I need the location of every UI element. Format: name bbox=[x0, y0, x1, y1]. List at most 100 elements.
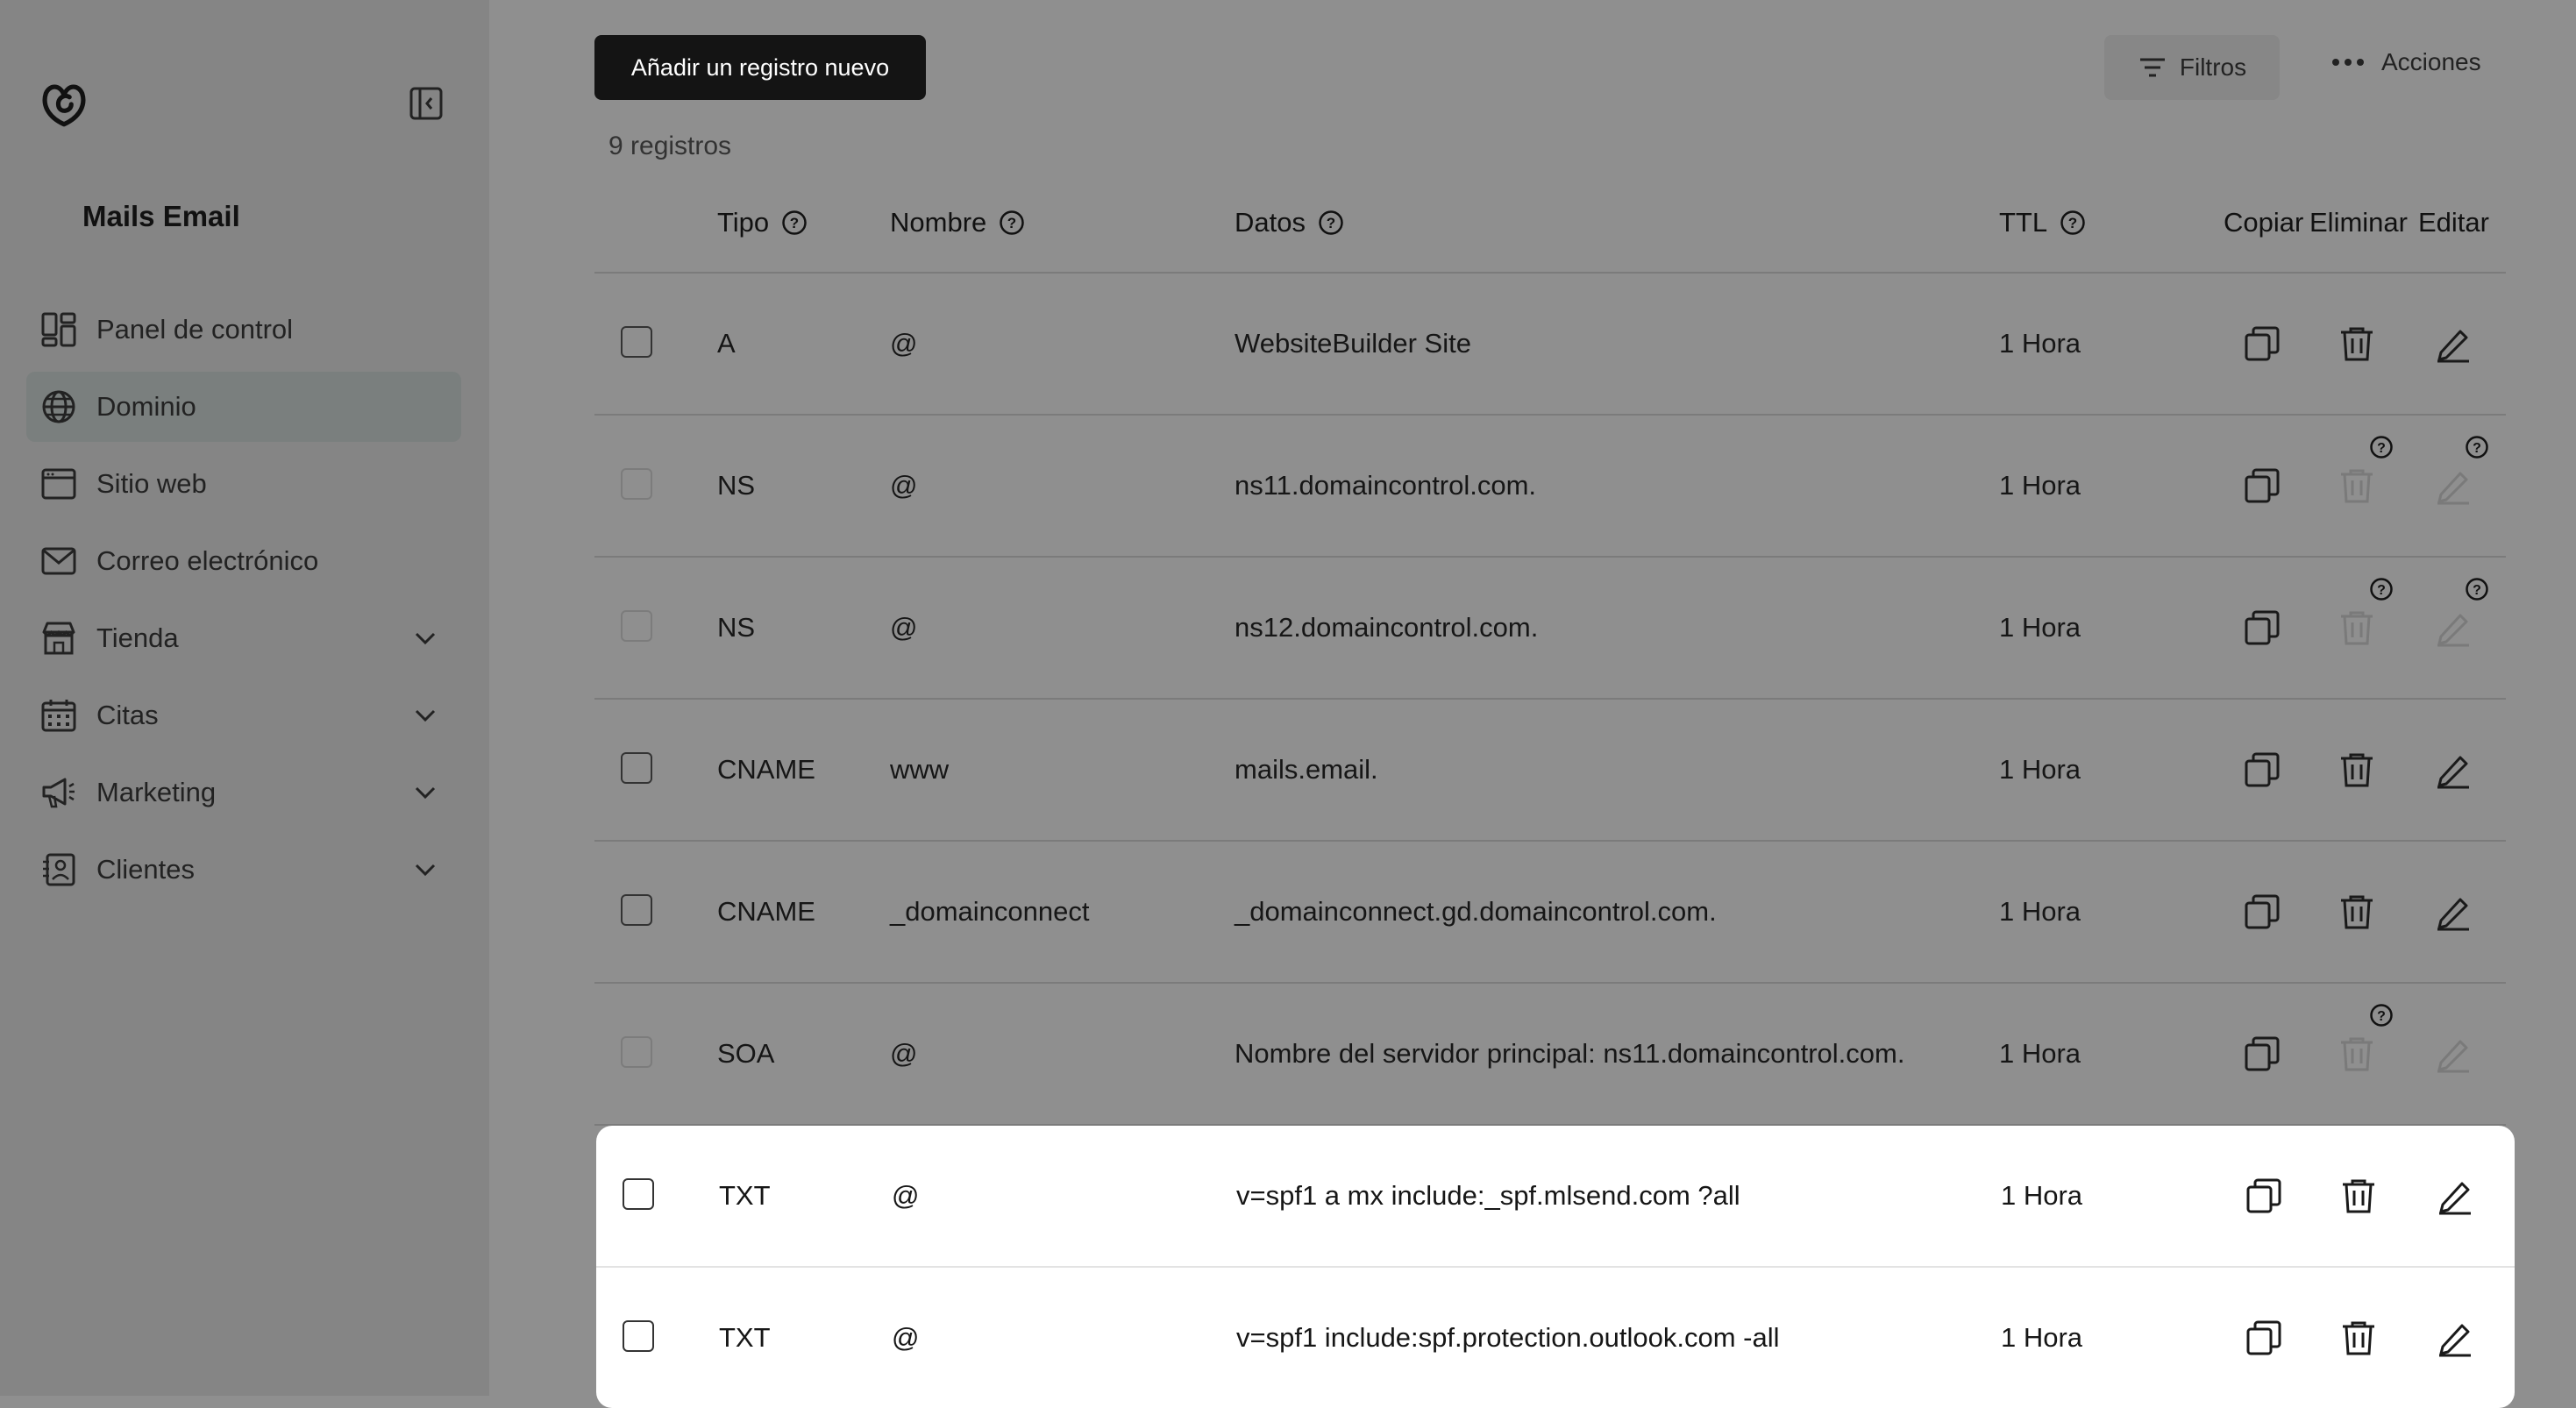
svg-text:?: ? bbox=[2377, 1009, 2386, 1024]
svg-text:?: ? bbox=[2473, 441, 2481, 456]
table-row: TXT @ v=spf1 a mx include:_spf.mlsend.co… bbox=[596, 1126, 2515, 1268]
row-checkbox[interactable] bbox=[621, 326, 652, 358]
sidebar-item-tienda[interactable]: Tienda bbox=[26, 603, 461, 673]
row-checkbox[interactable] bbox=[621, 752, 652, 784]
copy-icon[interactable] bbox=[2245, 1319, 2283, 1357]
header-nombre: Nombre ? bbox=[890, 207, 1025, 238]
row-checkbox bbox=[621, 468, 652, 500]
svg-text:?: ? bbox=[1007, 215, 1016, 231]
edit-icon[interactable] bbox=[2434, 750, 2473, 789]
calendar-icon bbox=[40, 697, 77, 734]
chevron-down-icon[interactable] bbox=[410, 855, 440, 885]
edit-icon[interactable] bbox=[2436, 1177, 2474, 1215]
dashboard-icon bbox=[40, 311, 77, 348]
copy-icon[interactable] bbox=[2243, 750, 2281, 789]
sidebar-item-dominio[interactable]: Dominio bbox=[26, 372, 461, 442]
header-editar: Editar bbox=[2418, 207, 2489, 238]
sidebar-item-panel-de-control[interactable]: Panel de control bbox=[26, 295, 461, 365]
svg-text:?: ? bbox=[1327, 215, 1335, 231]
help-icon[interactable]: ? bbox=[2465, 577, 2489, 601]
trash-icon[interactable] bbox=[2338, 750, 2376, 789]
dns-records-table: Tipo ? Nombre ? Datos ? TTL ? Copiar Eli… bbox=[594, 175, 2515, 1408]
svg-text:?: ? bbox=[2377, 441, 2386, 456]
sidebar-item-sitio-web[interactable]: Sitio web bbox=[26, 449, 461, 519]
sidebar-nav: Panel de control Dominio Sitio web Corre… bbox=[26, 295, 461, 912]
copy-icon[interactable] bbox=[2243, 892, 2281, 931]
record-type: NS bbox=[717, 612, 756, 643]
copy-icon[interactable] bbox=[2243, 608, 2281, 647]
header-tipo: Tipo ? bbox=[717, 207, 808, 238]
chevron-down-icon[interactable] bbox=[410, 778, 440, 807]
help-icon[interactable]: ? bbox=[1318, 210, 1344, 236]
row-checkbox[interactable] bbox=[623, 1178, 654, 1210]
record-ttl: 1 Hora bbox=[1999, 754, 2081, 785]
help-icon[interactable]: ? bbox=[2369, 1003, 2394, 1028]
record-type: CNAME bbox=[717, 754, 815, 785]
help-icon[interactable]: ? bbox=[2060, 210, 2086, 236]
copy-icon[interactable] bbox=[2245, 1177, 2283, 1215]
trash-icon[interactable] bbox=[2338, 892, 2376, 931]
svg-text:?: ? bbox=[2473, 583, 2481, 598]
record-ttl: 1 Hora bbox=[1999, 328, 2081, 359]
header-copiar: Copiar bbox=[2224, 207, 2303, 238]
table-row: CNAME _domainconnect _domainconnect.gd.d… bbox=[594, 842, 2506, 984]
edit-icon[interactable] bbox=[2436, 1319, 2474, 1357]
copy-icon[interactable] bbox=[2243, 466, 2281, 505]
edit-icon[interactable] bbox=[2434, 324, 2473, 363]
chevron-down-icon[interactable] bbox=[410, 700, 440, 730]
sidebar-item-label: Marketing bbox=[96, 777, 217, 807]
filters-button[interactable]: Filtros bbox=[2104, 35, 2280, 100]
record-name: @ bbox=[892, 1322, 920, 1353]
help-icon[interactable]: ? bbox=[781, 210, 808, 236]
godaddy-logo-icon[interactable] bbox=[37, 77, 91, 132]
sidebar-item-label: Correo electrónico bbox=[96, 545, 319, 576]
table-row: TXT @ v=spf1 include:spf.protection.outl… bbox=[596, 1268, 2515, 1408]
sidebar-item-label: Clientes bbox=[96, 854, 195, 885]
envelope-icon bbox=[40, 543, 77, 580]
chevron-down-icon[interactable] bbox=[410, 623, 440, 653]
copy-icon[interactable] bbox=[2243, 1035, 2281, 1073]
record-data: WebsiteBuilder Site bbox=[1235, 328, 1471, 359]
record-data: mails.email. bbox=[1235, 754, 1378, 785]
help-icon[interactable]: ? bbox=[2369, 435, 2394, 459]
svg-text:?: ? bbox=[2377, 583, 2386, 598]
record-type: SOA bbox=[717, 1038, 775, 1069]
record-data: v=spf1 include:spf.protection.outlook.co… bbox=[1236, 1322, 1780, 1353]
trash-icon[interactable] bbox=[2339, 1177, 2378, 1215]
record-data: Nombre del servidor principal: ns11.doma… bbox=[1235, 1038, 1905, 1069]
row-checkbox[interactable] bbox=[623, 1320, 654, 1352]
help-icon[interactable]: ? bbox=[2465, 435, 2489, 459]
record-ttl: 1 Hora bbox=[1999, 612, 2081, 643]
header-label: Nombre bbox=[890, 207, 987, 238]
trash-icon[interactable] bbox=[2338, 324, 2376, 363]
header-ttl: TTL ? bbox=[1999, 207, 2086, 238]
sidebar-item-clientes[interactable]: Clientes bbox=[26, 835, 461, 905]
table-row: CNAME www mails.email. 1 Hora bbox=[594, 700, 2506, 842]
row-checkbox[interactable] bbox=[621, 894, 652, 926]
record-name: www bbox=[890, 754, 950, 785]
svg-text:?: ? bbox=[790, 215, 799, 231]
sidebar-item-citas[interactable]: Citas bbox=[26, 680, 461, 750]
sidebar-item-marketing[interactable]: Marketing bbox=[26, 757, 461, 828]
actions-button[interactable]: Acciones bbox=[2330, 35, 2481, 89]
sidebar: Mails Email Panel de control Dominio Sit… bbox=[0, 0, 489, 1396]
records-count: 9 registros bbox=[608, 132, 732, 160]
edit-icon[interactable] bbox=[2434, 892, 2473, 931]
record-ttl: 1 Hora bbox=[1999, 470, 2081, 501]
row-checkbox bbox=[621, 610, 652, 642]
collapse-sidebar-icon[interactable] bbox=[409, 86, 444, 121]
header-eliminar: Eliminar bbox=[2309, 207, 2408, 238]
globe-icon bbox=[40, 388, 77, 425]
row-checkbox bbox=[621, 1036, 652, 1068]
copy-icon[interactable] bbox=[2243, 324, 2281, 363]
trash-icon[interactable] bbox=[2339, 1319, 2378, 1357]
header-label: Copiar bbox=[2224, 207, 2304, 238]
record-name: @ bbox=[890, 612, 918, 643]
help-icon[interactable]: ? bbox=[999, 210, 1025, 236]
sidebar-item-correo-electronico[interactable]: Correo electrónico bbox=[26, 526, 461, 596]
add-record-button[interactable]: Añadir un registro nuevo bbox=[594, 35, 926, 100]
help-icon[interactable]: ? bbox=[2369, 577, 2394, 601]
table-row: NS @ ns12.domaincontrol.com. 1 Hora ? ? bbox=[594, 558, 2506, 700]
header-label: Eliminar bbox=[2309, 207, 2408, 238]
record-ttl: 1 Hora bbox=[2001, 1180, 2083, 1211]
